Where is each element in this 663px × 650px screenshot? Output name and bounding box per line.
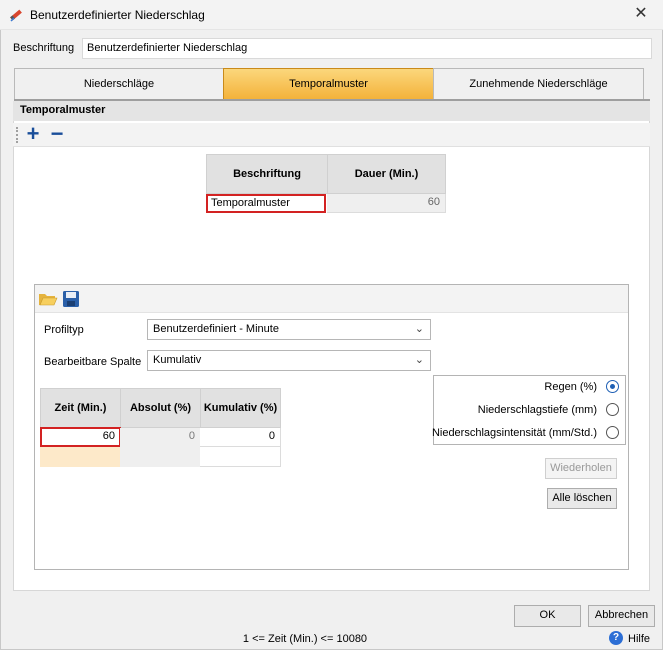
caption-input[interactable]: Benutzerdefinierter Niederschlag bbox=[82, 38, 652, 59]
radio-label-intensity[interactable]: Niederschlagsintensität (mm/Std.) bbox=[427, 427, 597, 439]
radio-label-depth[interactable]: Niederschlagstiefe (mm) bbox=[427, 404, 597, 416]
add-icon[interactable]: + bbox=[24, 123, 42, 145]
new-row-absolute-cell bbox=[120, 447, 201, 467]
help-icon[interactable]: ? bbox=[609, 631, 623, 645]
radio-label-rain-percent[interactable]: Regen (%) bbox=[427, 381, 597, 393]
pattern-label-cell[interactable]: Temporalmuster bbox=[206, 194, 326, 213]
toolbar-grip bbox=[16, 127, 18, 143]
column-header-caption[interactable]: Beschriftung bbox=[206, 154, 328, 194]
chevron-down-icon: ⌄ bbox=[414, 323, 424, 335]
column-header-absolute[interactable]: Absolut (%) bbox=[120, 388, 201, 428]
cancel-button[interactable]: Abbrechen bbox=[588, 605, 655, 627]
new-row-time-cell[interactable] bbox=[40, 447, 121, 467]
pencil-rain-icon bbox=[10, 9, 22, 22]
tab-niederschlaege[interactable]: Niederschläge bbox=[14, 68, 224, 100]
radio-rain-percent[interactable] bbox=[606, 380, 619, 393]
chevron-down-icon: ⌄ bbox=[414, 354, 424, 366]
folder-open-icon[interactable] bbox=[38, 291, 58, 307]
time-cell[interactable]: 60 bbox=[40, 427, 121, 447]
save-icon[interactable] bbox=[62, 290, 80, 308]
tab-temporalmuster[interactable]: Temporalmuster bbox=[223, 68, 434, 100]
clear-all-button[interactable]: Alle löschen bbox=[547, 488, 617, 509]
editable-column-value: Kumulativ bbox=[153, 354, 202, 366]
absolute-cell: 0 bbox=[120, 428, 201, 447]
pattern-toolbar bbox=[13, 123, 650, 147]
close-icon[interactable]: ✕ bbox=[628, 4, 654, 24]
editable-column-label: Bearbeitbare Spalte bbox=[44, 356, 142, 368]
new-row-cumulative-cell[interactable] bbox=[200, 447, 281, 467]
status-hint: 1 <= Zeit (Min.) <= 10080 bbox=[242, 633, 368, 645]
column-header-duration[interactable]: Dauer (Min.) bbox=[327, 154, 446, 194]
profile-type-value: Benutzerdefiniert - Minute bbox=[153, 323, 279, 335]
profile-type-label: Profiltyp bbox=[44, 324, 84, 336]
help-link[interactable]: Hilfe bbox=[628, 633, 650, 645]
radio-intensity[interactable] bbox=[606, 426, 619, 439]
section-title: Temporalmuster bbox=[20, 104, 106, 116]
window-title: Benutzerdefinierter Niederschlag bbox=[30, 8, 205, 22]
profile-type-select[interactable]: Benutzerdefiniert - Minute ⌄ bbox=[147, 319, 431, 340]
cumulative-cell[interactable]: 0 bbox=[200, 428, 281, 447]
profile-toolbar bbox=[35, 285, 628, 313]
caption-label: Beschriftung bbox=[13, 42, 75, 54]
remove-icon[interactable]: − bbox=[48, 123, 66, 145]
radio-depth[interactable] bbox=[606, 403, 619, 416]
tab-zunehmende-niederschlaege[interactable]: Zunehmende Niederschläge bbox=[433, 68, 644, 100]
editable-column-select[interactable]: Kumulativ ⌄ bbox=[147, 350, 431, 371]
column-header-time[interactable]: Zeit (Min.) bbox=[40, 388, 121, 428]
section-header bbox=[13, 101, 650, 121]
ok-button[interactable]: OK bbox=[514, 605, 581, 627]
column-header-cumulative[interactable]: Kumulativ (%) bbox=[200, 388, 281, 428]
repeat-button[interactable]: Wiederholen bbox=[545, 458, 617, 479]
pattern-duration-cell: 60 bbox=[327, 194, 446, 213]
